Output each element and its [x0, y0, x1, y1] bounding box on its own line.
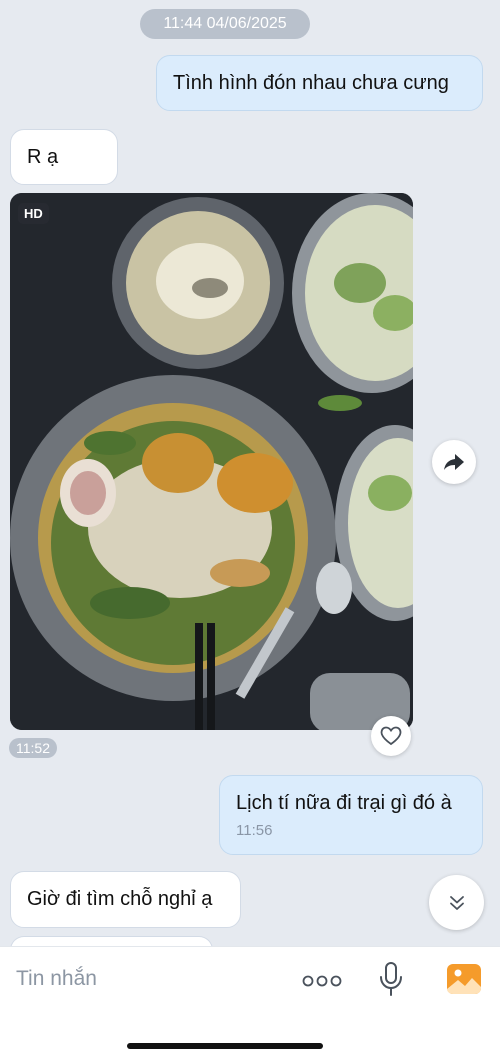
message-outgoing[interactable]: Lịch tí nữa đi trại gì đó à 11:56: [219, 775, 483, 855]
food-photo: [10, 193, 413, 730]
hd-badge: HD: [18, 203, 49, 224]
message-input[interactable]: Tin nhắn: [16, 967, 97, 991]
message-incoming[interactable]: R ạ: [10, 129, 118, 185]
heart-icon: [380, 726, 402, 746]
microphone-icon[interactable]: [378, 961, 404, 997]
date-divider: 11:44 04/06/2025: [140, 9, 310, 39]
share-button[interactable]: [432, 440, 476, 484]
double-chevron-down-icon: [449, 895, 464, 910]
share-arrow-icon: [444, 454, 464, 470]
message-text: Tình hình đón nhau chưa cưng: [173, 72, 449, 94]
react-button[interactable]: [371, 716, 411, 756]
message-text: Giờ đi tìm chỗ nghỉ ạ: [27, 888, 213, 910]
message-outgoing[interactable]: Tình hình đón nhau chưa cưng: [156, 55, 483, 111]
more-dots-icon[interactable]: [302, 971, 342, 991]
message-text: Lịch tí nữa đi trại gì đó à: [236, 792, 452, 814]
scroll-to-bottom-button[interactable]: [429, 875, 484, 930]
message-text: R ạ: [27, 146, 59, 168]
home-indicator: [127, 1043, 323, 1049]
message-time: 11:56: [236, 822, 273, 839]
photo-message[interactable]: HD: [10, 193, 413, 730]
message-incoming[interactable]: Giờ đi tìm chỗ nghỉ ạ: [10, 871, 241, 928]
gallery-icon[interactable]: [446, 963, 482, 995]
message-time: 11:52: [9, 738, 57, 758]
